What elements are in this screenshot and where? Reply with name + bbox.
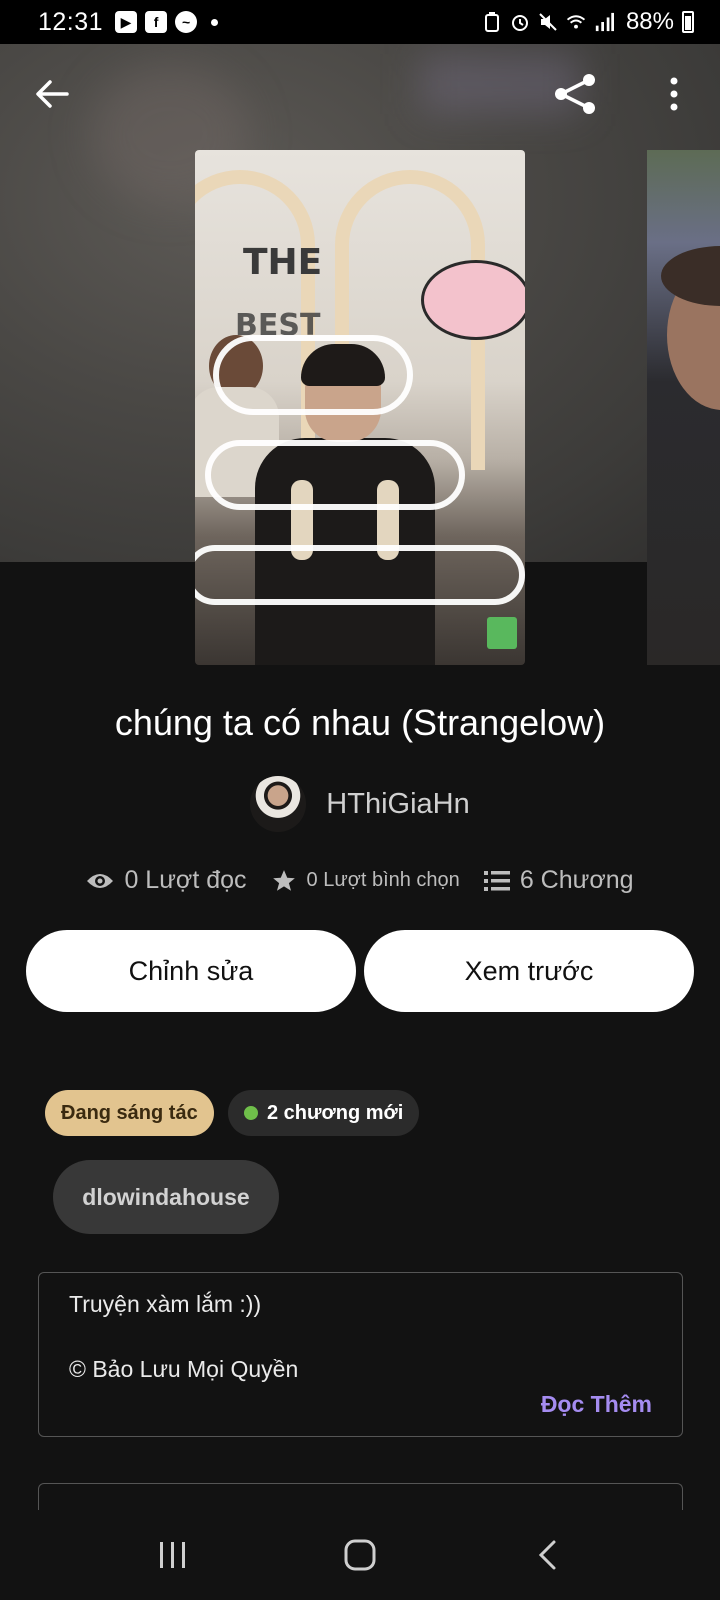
share-icon <box>555 74 595 114</box>
chapters-stat: 6 Chương <box>483 866 634 895</box>
battery-saver-icon <box>482 12 502 32</box>
tag-chip[interactable]: dlowindahouse <box>53 1160 279 1234</box>
gift-sticker <box>487 617 517 649</box>
new-chapters-label: 2 chương mới <box>267 1101 404 1124</box>
messenger-icon: ~ <box>175 11 198 33</box>
more-options-button[interactable] <box>650 70 698 118</box>
description-text: Truyện xàm lắm :)) <box>69 1291 262 1317</box>
story-stats: 0 Lượt đọc 0 Lượt bình chọn 6 Chương <box>0 866 720 895</box>
star-icon <box>272 869 295 891</box>
votes-stat: 0 Lượt bình chọn <box>271 868 460 894</box>
recent-apps-button[interactable] <box>143 1525 203 1585</box>
next-story-cover[interactable] <box>647 150 720 665</box>
back-button[interactable] <box>28 70 76 118</box>
cover-text-the: THE <box>243 242 323 283</box>
home-icon <box>344 1539 376 1571</box>
votes-count: 0 Lượt bình chọn <box>306 869 460 891</box>
story-cover-image[interactable]: THE BEST <box>195 150 525 665</box>
reads-count: 0 Lượt đọc <box>124 866 247 894</box>
description-box: Truyện xàm lắm :)) © Bảo Lưu Mọi Quyền Đ… <box>38 1272 683 1437</box>
author-row[interactable]: HThiGiaHn <box>0 776 720 832</box>
list-icon <box>483 870 510 891</box>
status-badge: Đang sáng tác <box>45 1090 214 1136</box>
status-bar: 12:31 ▶ f ~ 88% <box>0 0 720 44</box>
preview-button[interactable]: Xem trước <box>364 930 694 1012</box>
system-back-button[interactable] <box>517 1525 577 1585</box>
chapters-count: 6 Chương <box>519 866 634 894</box>
tv-icon: ▶ <box>115 11 138 33</box>
copyright-text: © Bảo Lưu Mọi Quyền <box>69 1356 299 1382</box>
share-button[interactable] <box>552 70 600 118</box>
new-chapters-badge: 2 chương mới <box>228 1090 420 1136</box>
status-time: 12:31 <box>38 7 104 36</box>
author-name[interactable]: HThiGiaHn <box>326 788 469 821</box>
wifi-icon <box>566 12 586 32</box>
home-button[interactable] <box>330 1525 390 1585</box>
mute-icon <box>538 12 558 32</box>
eye-icon <box>87 873 114 888</box>
system-nav-bar <box>0 1510 720 1600</box>
more-notifications-icon <box>211 18 219 26</box>
story-title: chúng ta có nhau (Strangelow) <box>114 702 606 743</box>
battery-icon <box>682 11 694 33</box>
arrow-left-icon <box>36 80 69 108</box>
recents-icon <box>160 1542 186 1568</box>
read-more-link[interactable]: Đọc Thêm <box>541 1391 652 1418</box>
pig-sticker <box>421 260 525 340</box>
edit-button[interactable]: Chỉnh sửa <box>26 930 356 1012</box>
author-avatar[interactable] <box>250 776 307 832</box>
more-vertical-icon <box>670 77 678 111</box>
green-dot-icon <box>244 1106 258 1120</box>
alarm-icon <box>510 12 530 32</box>
facebook-icon: f <box>145 11 168 33</box>
reads-stat: 0 Lượt đọc <box>86 866 247 895</box>
battery-percent: 88% <box>625 8 674 35</box>
chevron-left-icon <box>538 1540 556 1570</box>
signal-icon <box>594 12 614 32</box>
